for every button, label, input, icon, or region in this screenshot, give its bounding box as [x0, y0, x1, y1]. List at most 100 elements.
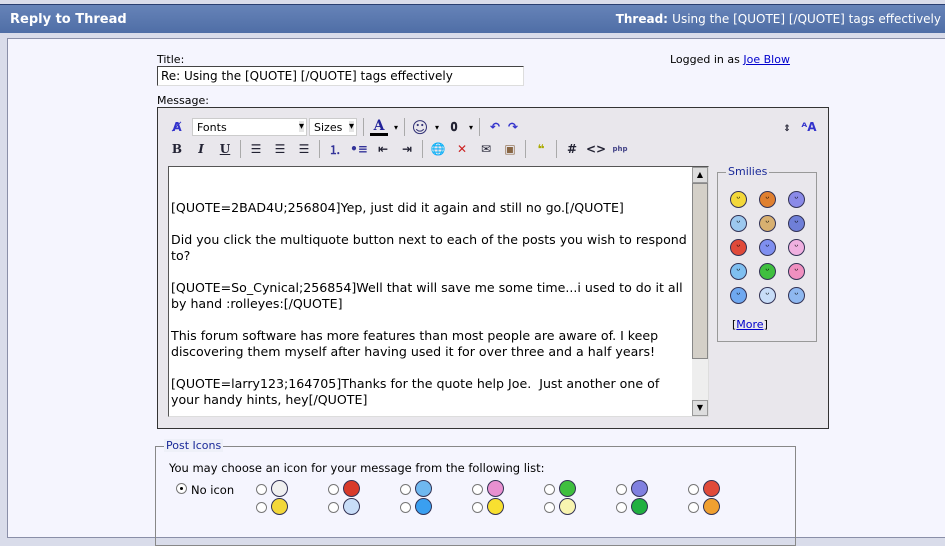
frown-icon — [631, 480, 648, 497]
message-textarea[interactable]: [QUOTE=2BAD4U;256804]Yep, just did it ag… — [168, 166, 709, 417]
size-select[interactable]: Sizes — [309, 118, 357, 136]
user-link[interactable]: Joe Blow — [743, 53, 790, 66]
thumbs-up-icon — [703, 498, 720, 515]
title-input[interactable] — [157, 66, 524, 86]
post-icons-instructions: You may choose an icon for your message … — [169, 461, 545, 475]
message-label: Message: — [157, 94, 209, 107]
frown-smilie-icon[interactable]: ᵕ — [788, 191, 805, 208]
coin-smilie-icon[interactable]: ᵕ — [759, 215, 776, 232]
unordered-list-icon[interactable]: •≡ — [350, 140, 368, 158]
insert-email-icon[interactable]: ✉ — [477, 140, 495, 158]
post-icons-title: Post Icons — [164, 439, 224, 452]
biggrin-smilie-icon[interactable]: ᵕ — [759, 263, 776, 280]
insert-image-icon[interactable]: ▣ — [501, 140, 519, 158]
more-smilies-link[interactable]: More — [736, 318, 763, 331]
cool-band-smilie-icon[interactable]: ᵕ — [759, 239, 776, 256]
thumbs-up-post-icon-radio[interactable] — [688, 502, 699, 513]
page-header: Reply to Thread Thread: Using the [QUOTE… — [0, 4, 945, 33]
more-smilies: [More] — [732, 318, 768, 331]
size-select-value: Sizes — [314, 121, 343, 134]
rolleyes-smilie-icon[interactable]: ᵕ — [788, 215, 805, 232]
chevron-down-icon[interactable]: ▾ — [394, 123, 398, 132]
tongue-post-icon-radio[interactable] — [472, 484, 483, 495]
biggrin-post-icon-radio[interactable] — [544, 484, 555, 495]
thread-info: Thread: Using the [QUOTE] [/QUOTE] tags … — [616, 12, 941, 26]
thread-label: Thread: — [615, 12, 668, 26]
wink-post-icon-radio[interactable] — [400, 484, 411, 495]
cool-post-icon-radio[interactable] — [328, 502, 339, 513]
italic-icon[interactable]: I — [192, 140, 210, 158]
scroll-thumb[interactable] — [692, 183, 708, 359]
chevron-down-icon[interactable]: ▾ — [435, 123, 439, 132]
smilies-title: Smilies — [726, 165, 770, 178]
question-post-icon-radio[interactable] — [400, 502, 411, 513]
resize-icon[interactable]: ⇕ — [778, 120, 796, 138]
separator — [240, 140, 241, 158]
separator — [479, 118, 481, 136]
mad-post-icon-radio[interactable] — [688, 484, 699, 495]
html-code-icon[interactable]: <> — [586, 140, 606, 158]
outdent-icon[interactable]: ⇤ — [374, 140, 392, 158]
message-editor: A̸ Fonts Sizes A ▾ ☺ ▾ 𝟎 ▾ ↶ ↷ ⇕ ᴬA B I U ☰… — [157, 107, 829, 429]
logged-in-info: Logged in as Joe Blow — [670, 53, 790, 66]
code-hash-icon[interactable]: # — [563, 140, 581, 158]
lightbulb-post-icon-radio[interactable] — [544, 502, 555, 513]
underline-icon[interactable]: U — [216, 140, 234, 158]
smile-blue-smilie-icon[interactable]: ᵕ — [730, 287, 747, 304]
scroll-up-icon[interactable]: ▲ — [692, 167, 708, 183]
font-select[interactable]: Fonts — [192, 118, 307, 136]
wink-icon — [415, 480, 432, 497]
scroll-down-icon[interactable]: ▼ — [692, 400, 708, 416]
frown-post-icon-radio[interactable] — [616, 484, 627, 495]
insert-link-icon[interactable]: 🌐 — [429, 140, 447, 158]
align-center-icon[interactable]: ☰ — [271, 140, 289, 158]
bold-icon[interactable]: B — [168, 140, 186, 158]
biggrin-icon — [559, 480, 576, 497]
align-left-icon[interactable]: ☰ — [247, 140, 265, 158]
php-code-icon[interactable]: php — [611, 140, 629, 158]
separator — [319, 140, 320, 158]
exclamation-post-icon-radio[interactable] — [472, 502, 483, 513]
separator — [404, 118, 406, 136]
undo-icon[interactable]: ↶ — [486, 118, 504, 136]
smile-smilie-icon[interactable]: ᵕ — [730, 191, 747, 208]
lightbulb-icon — [559, 498, 576, 515]
text-color-icon[interactable]: A — [370, 118, 388, 136]
remove-link-icon[interactable]: ✕ — [453, 140, 471, 158]
chevron-down-icon[interactable]: ▾ — [469, 123, 473, 132]
separator — [556, 140, 557, 158]
attachment-icon[interactable]: 𝟎 — [445, 118, 463, 136]
smilies-panel: Smilies ᵕᵕᵕᵕᵕᵕᵕᵕᵕᵕᵕᵕᵕᵕᵕ [More] — [717, 165, 817, 342]
message-text: [QUOTE=2BAD4U;256804]Yep, just did it ag… — [171, 200, 687, 407]
thumbs-down-post-icon-radio[interactable] — [328, 484, 339, 495]
scrollbar[interactable]: ▲ ▼ — [692, 167, 708, 416]
eek-smilie-icon[interactable]: ᵕ — [788, 287, 805, 304]
smile-post-icon-radio[interactable] — [256, 502, 267, 513]
post-post-icon-radio[interactable] — [256, 484, 267, 495]
mad-icon — [703, 480, 720, 497]
arrow-post-icon-radio[interactable] — [616, 502, 627, 513]
confused-smilie-icon[interactable]: ᵕ — [730, 215, 747, 232]
smiley-icon[interactable]: ☺ — [411, 118, 429, 137]
thread-title: Using the [QUOTE] [/QUOTE] tags effectiv… — [672, 12, 941, 26]
cool-icon — [343, 498, 360, 515]
title-label: Title: — [157, 53, 185, 66]
thumbs-down-icon — [343, 480, 360, 497]
mad-smilie-icon[interactable]: ᵕ — [730, 239, 747, 256]
tongue-smilie-icon[interactable]: ᵕ — [788, 239, 805, 256]
align-right-icon[interactable]: ☰ — [295, 140, 313, 158]
separator — [363, 118, 364, 136]
ordered-list-icon[interactable]: ⒈ — [326, 140, 344, 158]
wink-smilie-icon[interactable]: ᵕ — [730, 263, 747, 280]
no-icon-radio[interactable] — [176, 483, 187, 494]
question-icon — [415, 498, 432, 515]
redo-icon[interactable]: ↷ — [504, 118, 522, 136]
indent-icon[interactable]: ⇥ — [398, 140, 416, 158]
post-icon — [271, 480, 288, 497]
redface-smilie-icon[interactable]: ᵕ — [788, 263, 805, 280]
remove-format-icon[interactable]: A̸ — [168, 118, 186, 136]
switch-mode-icon[interactable]: ᴬA — [800, 118, 818, 136]
quote-icon[interactable]: ❝ — [532, 140, 550, 158]
cool-smilie-icon[interactable]: ᵕ — [759, 287, 776, 304]
banghead-smilie-icon[interactable]: ᵕ — [759, 191, 776, 208]
